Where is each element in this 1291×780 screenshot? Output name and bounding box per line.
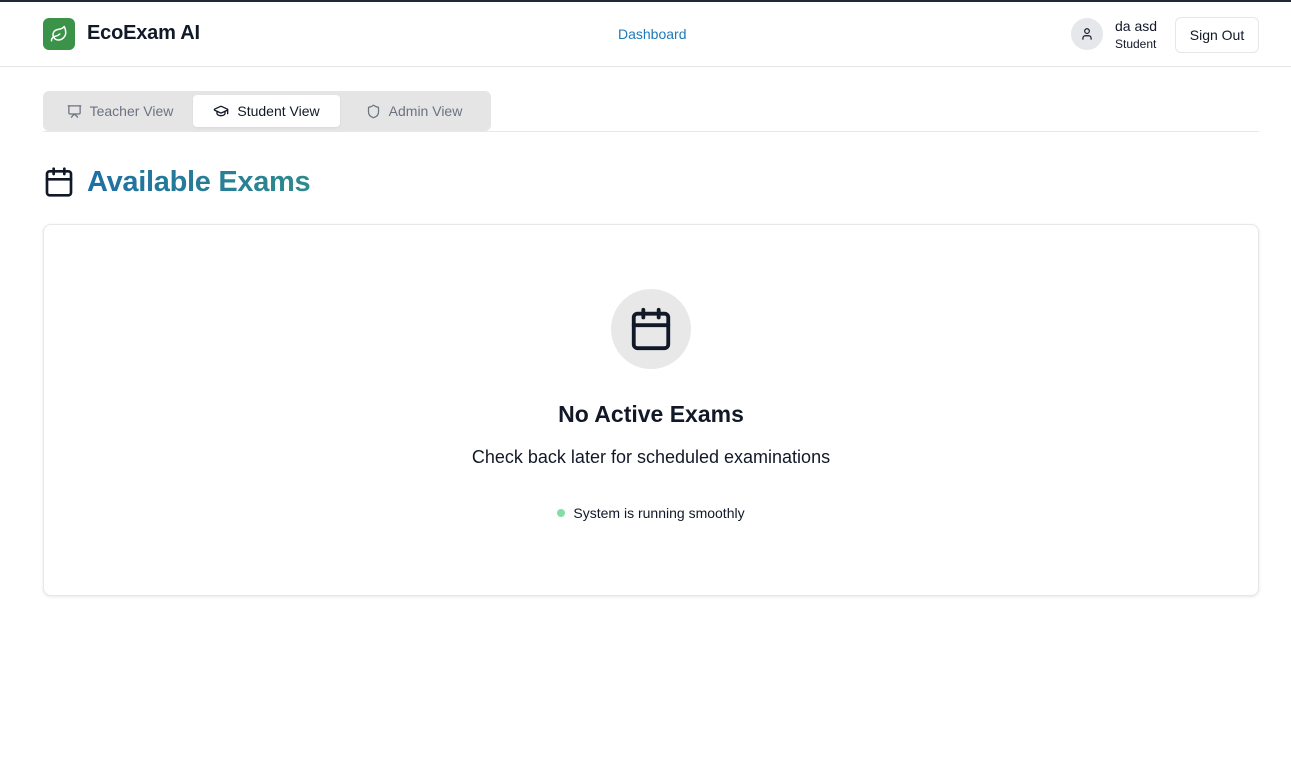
user-icon[interactable] [1071, 18, 1103, 50]
empty-state-description: Check back later for scheduled examinati… [471, 447, 831, 467]
tab-label: Admin View [388, 103, 463, 119]
tab-label: Student View [237, 103, 320, 119]
shield-icon [367, 104, 379, 118]
system-status: System is running smoothly [44, 505, 1258, 521]
graduation-cap-icon [214, 105, 229, 117]
leaf-icon[interactable] [43, 18, 75, 50]
tab-admin-view[interactable]: Admin View [344, 95, 484, 127]
user-name: da asd [1115, 18, 1158, 34]
empty-state-title: No Active Exams [558, 401, 744, 427]
view-tabs: Teacher View Student View Admin View [43, 91, 491, 131]
user-role: Student [1115, 37, 1157, 51]
sign-out-button[interactable]: Sign Out [1175, 17, 1259, 53]
app-header: EcoExam AI Dashboard da asd Student Sign… [0, 2, 1291, 67]
tabs-divider [43, 131, 1259, 132]
exams-card: No Active Exams Check back later for sch… [43, 224, 1259, 596]
nav-link-dashboard[interactable]: Dashboard [618, 26, 687, 42]
tab-teacher-view[interactable]: Teacher View [51, 95, 189, 127]
page-title: Available Exams [87, 166, 311, 198]
tab-label: Teacher View [89, 103, 174, 119]
app-title[interactable]: EcoExam AI [87, 22, 200, 45]
empty-state-icon-wrapper [611, 289, 691, 369]
status-text: System is running smoothly [573, 505, 745, 521]
status-dot [557, 509, 566, 517]
calendar-icon [631, 307, 671, 351]
tab-student-view[interactable]: Student View [193, 95, 340, 127]
presentation-icon [67, 104, 81, 118]
calendar-icon [45, 167, 73, 197]
